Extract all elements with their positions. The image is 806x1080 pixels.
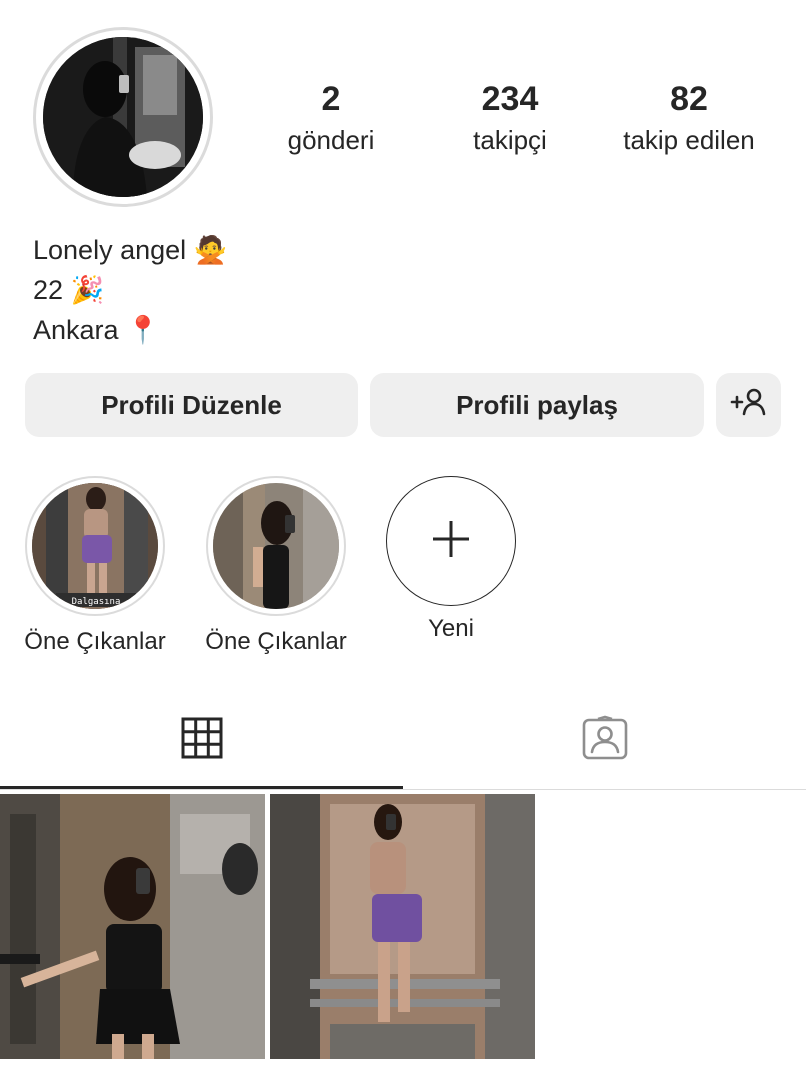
bio-location-emoji: 📍 [126,315,160,346]
grid-icon [181,717,223,764]
add-person-icon [730,387,768,424]
bio-age-text: 22 [33,275,64,305]
highlight-thumbnail [213,483,339,609]
highlight-2-label[interactable]: Öne Çıkanlar [196,627,356,657]
new-highlight-ring [386,476,516,606]
following-label: takip edilen [623,125,755,155]
highlight-2[interactable] [206,476,346,616]
bio-name: Lonely angel 🙅 [33,230,227,271]
share-profile-button[interactable]: Profili paylaş [370,373,704,437]
highlight-thumbnail: Dalgasına [32,483,158,609]
followers-label: takipçi [473,125,547,155]
post-thumbnail[interactable] [0,794,265,1059]
post-thumbnail[interactable] [270,794,535,1059]
following-count: 82 [670,80,708,118]
highlight-ring: Dalgasına [25,476,165,616]
posts-count: 2 [321,80,341,118]
highlight-overlay-text: Dalgasına [72,597,121,607]
bio-age-emoji: 🎉 [70,275,105,306]
avatar[interactable] [43,37,203,197]
tab-posts-grid[interactable] [0,690,403,790]
bio-name-text: Lonely angel [33,235,187,265]
followers-count: 234 [481,80,539,118]
tab-tagged[interactable] [403,690,806,790]
tab-divider [0,789,806,790]
bio-location: Ankara 📍 [33,310,160,351]
plus-icon [431,519,471,564]
edit-profile-button[interactable]: Profili Düzenle [25,373,358,437]
bio-location-text: Ankara [33,315,119,345]
highlight-ring [206,476,346,616]
following-stat[interactable]: 82 takip edilen [599,78,779,160]
new-highlight-label[interactable]: Yeni [386,614,516,644]
bio-age: 22 🎉 [33,270,104,311]
followers-stat[interactable]: 234 takipçi [420,78,600,160]
discover-people-button[interactable] [716,373,781,437]
posts-stat[interactable]: 2 gönderi [241,78,421,160]
tagged-icon [582,715,628,766]
new-highlight[interactable] [386,476,516,606]
highlight-1-label[interactable]: Öne Çıkanlar [15,627,175,657]
posts-label: gönderi [287,125,375,155]
highlight-1[interactable]: Dalgasına [25,476,165,616]
bio-name-emoji: 🙅 [193,235,228,266]
